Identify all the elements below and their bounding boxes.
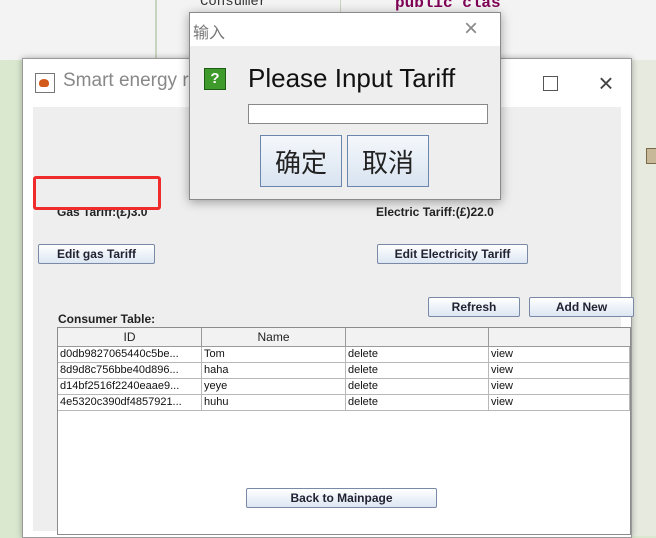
cell-name: Tom (202, 347, 346, 363)
cell-id: 4e5320c390df4857921... (58, 395, 202, 411)
dialog-message: Please Input Tariff (248, 63, 456, 93)
input-dialog: 输入 × ? Please Input Tariff 确定 取消 (189, 12, 501, 200)
close-icon[interactable]: × (591, 70, 621, 96)
background-java-icon (646, 148, 656, 164)
back-to-mainpage-button[interactable]: Back to Mainpage (246, 488, 437, 508)
table-row[interactable]: d0db9827065440c5be... Tom delete view (58, 347, 630, 363)
edit-gas-tariff-button[interactable]: Edit gas Tariff (38, 244, 155, 264)
table-header: ID Name (58, 328, 630, 347)
java-app-icon (35, 73, 55, 93)
column-header-view[interactable] (489, 328, 630, 346)
cell-id: d0db9827065440c5be... (58, 347, 202, 363)
cell-id: 8d9d8c756bbe40d896... (58, 363, 202, 379)
edit-electricity-tariff-button[interactable]: Edit Electricity Tariff (377, 244, 528, 264)
cell-name: yeye (202, 379, 346, 395)
delete-cell[interactable]: delete (346, 379, 489, 395)
consumer-table-title: Consumer Table: (58, 312, 156, 326)
table-row[interactable]: d14bf2516f2240eaae9... yeye delete view (58, 379, 630, 395)
column-header-delete[interactable] (346, 328, 489, 346)
dialog-title: 输入 (193, 23, 226, 42)
cell-id: d14bf2516f2240eaae9... (58, 379, 202, 395)
column-header-name[interactable]: Name (202, 328, 346, 346)
view-cell[interactable]: view (489, 363, 630, 379)
add-new-button[interactable]: Add New (529, 297, 634, 317)
window-title: Smart energy r (63, 70, 189, 91)
dialog-close-icon[interactable]: × (464, 15, 478, 43)
cancel-button[interactable]: 取消 (347, 135, 429, 187)
delete-cell[interactable]: delete (346, 395, 489, 411)
background-code-left: Consumer (200, 0, 268, 10)
question-icon: ? (204, 68, 226, 90)
table-row[interactable]: 8d9d8c756bbe40d896... haha delete view (58, 363, 630, 379)
column-header-id[interactable]: ID (58, 328, 202, 346)
background-code-right: public clas (395, 0, 501, 12)
delete-cell[interactable]: delete (346, 347, 489, 363)
maximize-icon[interactable] (535, 71, 565, 95)
view-cell[interactable]: view (489, 379, 630, 395)
cell-name: haha (202, 363, 346, 379)
cell-name: huhu (202, 395, 346, 411)
tariff-input[interactable] (248, 104, 488, 124)
view-cell[interactable]: view (489, 395, 630, 411)
dialog-titlebar: 输入 × (190, 13, 500, 46)
table-row[interactable]: 4e5320c390df4857921... huhu delete view (58, 395, 630, 411)
refresh-button[interactable]: Refresh (428, 297, 520, 317)
ok-button[interactable]: 确定 (260, 135, 342, 187)
electric-tariff-label: Electric Tariff:(£)22.0 (376, 205, 494, 219)
view-cell[interactable]: view (489, 347, 630, 363)
highlight-box (33, 176, 161, 210)
delete-cell[interactable]: delete (346, 363, 489, 379)
